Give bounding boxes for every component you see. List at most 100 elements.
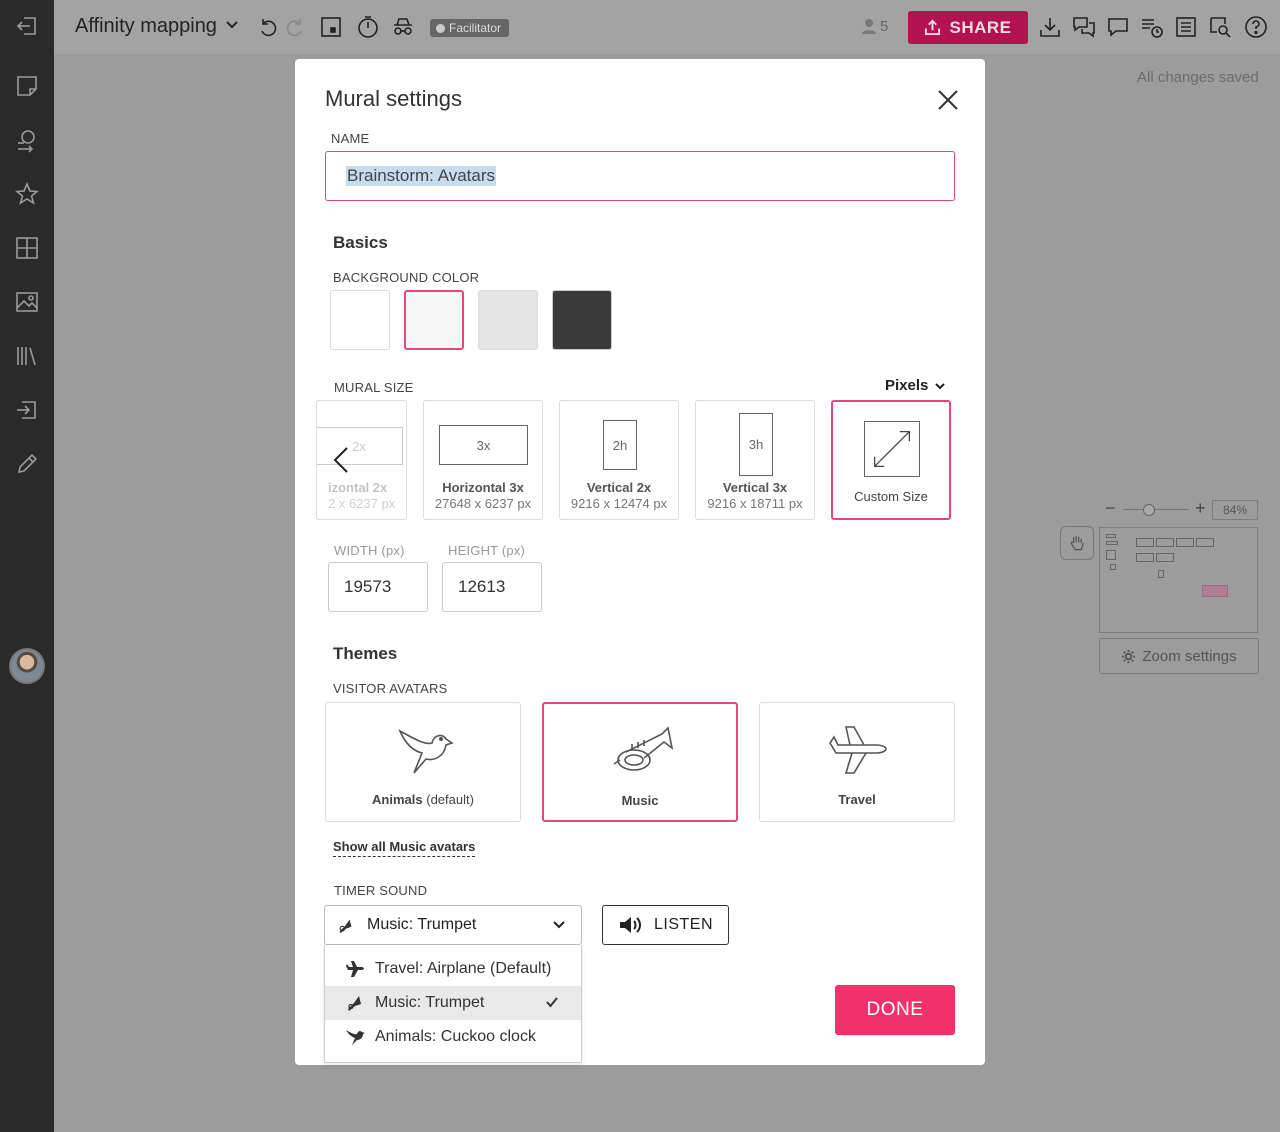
comments-icon[interactable] xyxy=(1104,13,1132,41)
exit-icon[interactable] xyxy=(13,12,41,40)
size-name: Vertical 2x xyxy=(586,480,652,495)
mural-name-input[interactable]: Brainstorm: Avatars xyxy=(325,151,955,201)
minimap[interactable] xyxy=(1099,527,1258,633)
zoom-in-button[interactable]: + xyxy=(1195,498,1206,519)
mural-title[interactable]: Affinity mapping xyxy=(75,15,217,38)
size-option-horizontal-3x[interactable]: 3x Horizontal 3x 27648 x 6237 px xyxy=(423,400,543,520)
timer-option-cuckoo[interactable]: Animals: Cuckoo clock xyxy=(325,1020,581,1054)
theme-name: Music xyxy=(621,793,659,808)
star-icon[interactable] xyxy=(13,180,41,208)
size-shape: 3x xyxy=(439,425,528,465)
airplane-icon xyxy=(829,726,887,774)
size-dims: 9216 x 18711 px xyxy=(707,496,803,511)
share-button[interactable]: SHARE xyxy=(908,11,1028,44)
outline-list-icon[interactable] xyxy=(1172,13,1200,41)
trumpet-icon xyxy=(348,996,361,1011)
search-content-icon[interactable] xyxy=(13,126,41,154)
checkmark-icon xyxy=(546,997,558,1008)
close-icon[interactable] xyxy=(936,88,960,112)
bg-swatch-white[interactable] xyxy=(330,290,390,350)
online-users[interactable]: 5 xyxy=(860,17,888,35)
size-shape: 2h xyxy=(603,420,637,470)
gear-icon xyxy=(1122,649,1136,663)
pan-hand-button[interactable] xyxy=(1060,526,1094,560)
timer-sound-select[interactable]: Music: Trumpet xyxy=(324,905,582,945)
timer-option-airplane[interactable]: Travel: Airplane (Default) xyxy=(325,952,581,986)
size-name: Custom Size xyxy=(854,489,928,504)
title-chevron-down-icon[interactable] xyxy=(224,16,240,35)
redo-icon[interactable] xyxy=(281,13,309,41)
minimap-item xyxy=(1110,564,1116,570)
done-button[interactable]: DONE xyxy=(835,985,955,1035)
minimap-item xyxy=(1106,534,1116,538)
bird-icon xyxy=(346,1030,365,1045)
bg-swatch-dark[interactable] xyxy=(552,290,612,350)
search-icon[interactable] xyxy=(1206,13,1234,41)
avatar-theme-animals[interactable]: Animals (default) xyxy=(325,702,521,822)
basics-heading: Basics xyxy=(333,233,388,252)
carousel-prev-arrow-icon[interactable] xyxy=(331,445,351,475)
import-icon[interactable] xyxy=(13,396,41,424)
size-name: izontal 2x xyxy=(328,480,388,495)
library-icon[interactable] xyxy=(13,342,41,370)
templates-grid-icon[interactable] xyxy=(13,234,41,262)
minimap-item xyxy=(1106,550,1116,560)
share-label: SHARE xyxy=(949,17,1012,37)
zoom-settings-button[interactable]: Zoom settings xyxy=(1099,638,1259,674)
minimap-item xyxy=(1136,538,1154,547)
zoom-out-button[interactable]: − xyxy=(1105,498,1116,519)
download-icon[interactable] xyxy=(1036,13,1064,41)
user-avatar[interactable] xyxy=(9,648,45,684)
size-option-vertical-2x[interactable]: 2h Vertical 2x 9216 x 12474 px xyxy=(559,400,679,520)
avatar-theme-travel[interactable]: Travel xyxy=(759,702,955,822)
zoom-percent[interactable]: 84% xyxy=(1212,500,1258,520)
minimap-item xyxy=(1136,553,1154,562)
help-icon[interactable] xyxy=(1242,13,1270,41)
themes-heading: Themes xyxy=(333,644,398,663)
minimap-viewport[interactable] xyxy=(1202,585,1228,597)
image-icon[interactable] xyxy=(13,288,41,316)
minimap-item xyxy=(1158,570,1164,578)
upload-icon xyxy=(925,19,941,36)
size-option-custom[interactable]: Custom Size xyxy=(831,400,951,520)
chevron-down-icon xyxy=(553,921,565,929)
mural-settings-dialog: Mural settings NAME Brainstorm: Avatars … xyxy=(295,59,985,1065)
private-mode-icon[interactable] xyxy=(389,13,417,41)
size-shape: 2x xyxy=(317,427,403,465)
pencil-icon[interactable] xyxy=(13,450,41,478)
top-bar: Affinity mapping Facilitator 5 SHARE xyxy=(54,0,1280,54)
save-status: All changes saved xyxy=(1137,69,1259,86)
theme-name: Travel xyxy=(838,792,876,807)
name-label: NAME xyxy=(331,131,370,146)
zoom-slider-track[interactable] xyxy=(1123,509,1189,510)
size-option-horizontal-2x[interactable]: 2x izontal 2x 2 x 6237 px xyxy=(316,400,407,520)
sticky-note-icon[interactable] xyxy=(13,72,41,100)
timer-sound-label: TIMER SOUND xyxy=(334,883,428,898)
bg-swatch-offwhite[interactable] xyxy=(404,290,464,350)
left-toolbar xyxy=(0,0,54,1132)
avatar-theme-music[interactable]: Music xyxy=(542,702,738,822)
undo-icon[interactable] xyxy=(254,13,282,41)
user-icon xyxy=(862,19,876,34)
height-input[interactable]: 12613 xyxy=(442,562,542,612)
bg-swatch-lightgray[interactable] xyxy=(478,290,538,350)
bird-icon xyxy=(398,729,454,774)
listen-button[interactable]: LISTEN xyxy=(602,905,729,945)
width-input[interactable]: 19573 xyxy=(328,562,428,612)
width-label: WIDTH (px) xyxy=(334,543,405,558)
activity-icon[interactable] xyxy=(1138,13,1166,41)
zoom-slider-handle[interactable] xyxy=(1143,504,1155,516)
timer-option-trumpet[interactable]: Music: Trumpet xyxy=(325,986,581,1020)
mural-name-value: Brainstorm: Avatars xyxy=(346,166,497,186)
timer-icon[interactable] xyxy=(354,13,382,41)
size-name: Horizontal 3x xyxy=(442,480,524,495)
zoom-controls: − + 84% xyxy=(1103,498,1261,520)
size-name: Vertical 3x xyxy=(722,480,788,495)
outline-mode-icon[interactable] xyxy=(317,13,345,41)
size-dims: 9216 x 12474 px xyxy=(570,496,668,511)
units-dropdown[interactable]: Pixels xyxy=(885,377,946,394)
timer-sound-dropdown: Travel: Airplane (Default) Music: Trumpe… xyxy=(324,945,582,1063)
show-all-avatars-link[interactable]: Show all Music avatars xyxy=(333,839,476,857)
size-option-vertical-3x[interactable]: 3h Vertical 3x 9216 x 18711 px xyxy=(695,400,815,520)
chat-icon[interactable] xyxy=(1070,13,1098,41)
